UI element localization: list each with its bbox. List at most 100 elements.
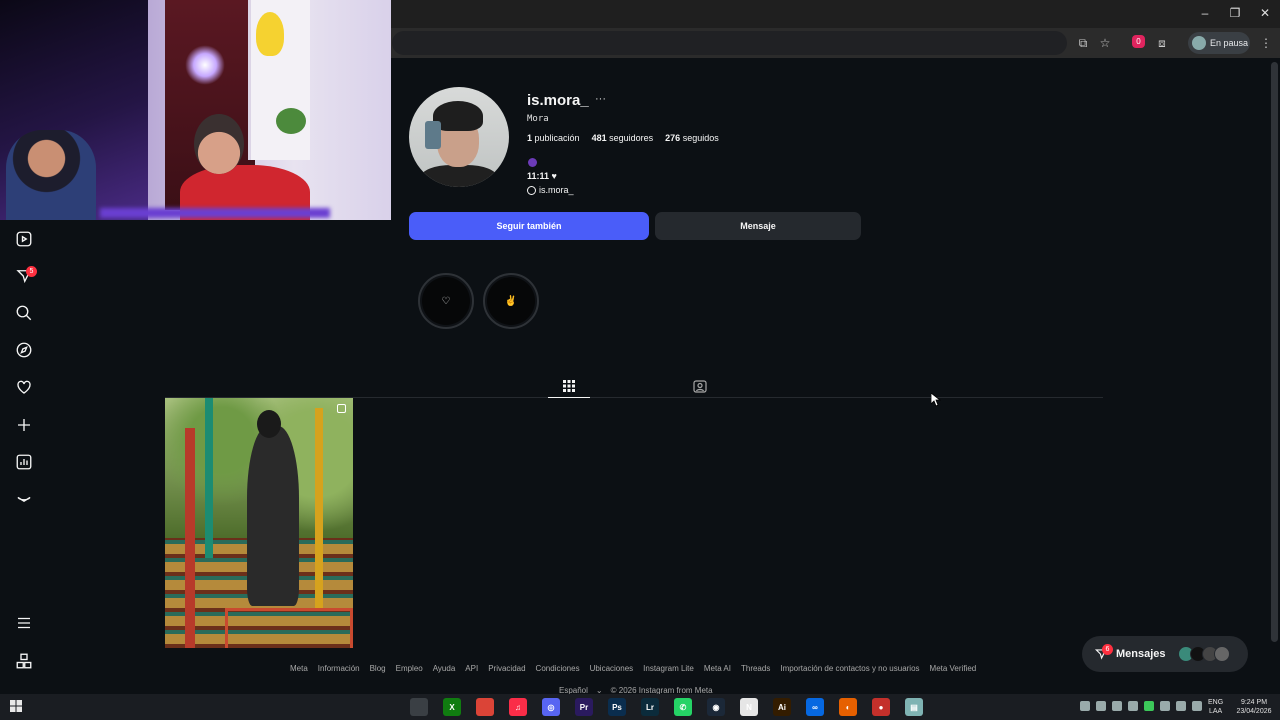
bio-emoji-icon <box>528 158 537 167</box>
taskbar-app-icon[interactable]: Pr <box>575 698 593 716</box>
post-figure-head <box>257 410 281 438</box>
followers-label: seguidores <box>609 133 654 143</box>
tray-app-icon[interactable] <box>1144 701 1154 711</box>
footer-link[interactable]: Condiciones <box>536 664 580 673</box>
browser-menu-icon[interactable]: ⋮ <box>1257 34 1275 52</box>
taskbar-app-icon[interactable]: ♫ <box>509 698 527 716</box>
footer-link[interactable]: Empleo <box>396 664 423 673</box>
footer-link[interactable]: Privacidad <box>488 664 525 673</box>
minimize-icon[interactable]: – <box>1190 6 1220 20</box>
tagged-icon <box>693 380 707 393</box>
footer-link[interactable]: Ubicaciones <box>590 664 634 673</box>
footer-link[interactable]: Threads <box>741 664 770 673</box>
posts-stat: 1 publicación <box>527 133 580 143</box>
footer-link[interactable]: Importación de contactos y no usuarios <box>780 664 919 673</box>
post-frame-teal <box>205 398 213 558</box>
taskbar-app-icon[interactable]: N <box>740 698 758 716</box>
profile-username: is.mora_ <box>527 92 589 109</box>
profile-avatar <box>1192 36 1206 50</box>
search-icon[interactable] <box>13 302 35 324</box>
footer-link[interactable]: API <box>465 664 478 673</box>
taskbar-app-icon[interactable]: ◎ <box>542 698 560 716</box>
followers-stat[interactable]: 481 seguidores <box>592 133 654 143</box>
tray-app-icon[interactable] <box>1096 701 1106 711</box>
heart-icon[interactable] <box>13 376 35 398</box>
extension-icon[interactable]: 0 <box>1132 35 1145 48</box>
taskbar-app-icon[interactable]: ✆ <box>674 698 692 716</box>
post-rail <box>225 608 353 648</box>
footer-link[interactable]: Meta <box>290 664 308 673</box>
grid-icon <box>563 379 575 392</box>
extensions-puzzle-icon[interactable]: ⧈ <box>1153 34 1171 52</box>
network-icon[interactable] <box>1160 701 1170 711</box>
browser-profile-button[interactable]: En pausa <box>1188 32 1250 54</box>
bookmark-star-icon[interactable]: ☆ <box>1096 34 1114 52</box>
footer-links: Meta Información Blog Empleo Ayuda API Privaci… <box>290 664 976 673</box>
address-bar[interactable] <box>392 31 1067 55</box>
profile-icon[interactable] <box>13 488 35 510</box>
taskbar-app-icon[interactable]: ◐ <box>839 698 857 716</box>
insights-icon[interactable] <box>13 451 35 473</box>
post-figure <box>247 426 299 606</box>
language-indicator[interactable]: ENG LAA <box>1208 698 1223 716</box>
clock[interactable]: 9:24 PM 23/04/2026 <box>1232 698 1276 716</box>
webcam-person-left <box>6 130 96 220</box>
tab-tagged[interactable] <box>679 374 721 398</box>
footer-link[interactable]: Instagram Lite <box>643 664 694 673</box>
tray-app-icon[interactable] <box>1080 701 1090 711</box>
notifications-badge: 5 <box>26 266 37 277</box>
footer-link[interactable]: Blog <box>370 664 386 673</box>
apps-icon[interactable] <box>13 650 35 672</box>
avatar-shirt <box>421 165 497 187</box>
footer-link[interactable]: Información <box>318 664 360 673</box>
create-icon[interactable] <box>13 414 35 436</box>
more-options-icon[interactable]: ··· <box>595 93 606 105</box>
taskbar-app-icon[interactable]: X <box>443 698 461 716</box>
following-stat[interactable]: 276 seguidos <box>665 133 719 143</box>
post-thumbnail[interactable] <box>165 398 353 648</box>
tab-posts-grid[interactable] <box>548 374 590 398</box>
threads-link[interactable]: is.mora_ <box>527 185 574 195</box>
taskbar-app-icon[interactable]: Lr <box>641 698 659 716</box>
windows-taskbar: X ♫ ◎ Pr Ps Lr ✆ ◉ N Ai ∞ ◐ ● ▤ ENG LAA 9:24 PM 23/04… <box>0 694 1280 720</box>
footer-link[interactable]: Meta Verified <box>930 664 977 673</box>
volume-icon[interactable] <box>1176 701 1186 711</box>
tray-app-icon[interactable] <box>1112 701 1122 711</box>
post-frame-red <box>185 428 195 648</box>
post-frame-yellow <box>315 408 323 608</box>
clock-date: 23/04/2026 <box>1236 708 1272 715</box>
windows-start-icon[interactable] <box>10 700 22 712</box>
highlight-hand-icon: ✌ <box>487 277 535 325</box>
microphone-icon[interactable] <box>1128 701 1138 711</box>
threads-handle: is.mora_ <box>539 185 574 195</box>
taskbar-app-icon[interactable]: Ps <box>608 698 626 716</box>
message-button[interactable]: Mensaje <box>655 212 861 240</box>
profile-avatar-large[interactable] <box>409 87 509 187</box>
avatar-phone <box>425 121 441 149</box>
taskbar-app-icon[interactable]: Ai <box>773 698 791 716</box>
follow-back-button[interactable]: Seguir también <box>409 212 649 240</box>
profile-bio: 11:11 ♥ <box>527 171 557 181</box>
messages-badge: 6 <box>1102 644 1113 655</box>
footer-link[interactable]: Ayuda <box>433 664 456 673</box>
taskbar-app-icon[interactable] <box>410 698 428 716</box>
story-highlight[interactable]: ♡ <box>418 273 474 329</box>
menu-icon[interactable] <box>13 612 35 634</box>
reels-icon[interactable] <box>13 228 35 250</box>
taskbar-app-icon[interactable]: ▤ <box>905 698 923 716</box>
followers-count: 481 <box>591 133 607 143</box>
taskbar-app-icon[interactable] <box>476 698 494 716</box>
battery-icon[interactable] <box>1192 701 1202 711</box>
taskbar-app-icon[interactable]: ● <box>872 698 890 716</box>
restore-icon[interactable]: ❐ <box>1220 6 1250 20</box>
taskbar-app-icon[interactable]: ◉ <box>707 698 725 716</box>
close-icon[interactable]: ✕ <box>1250 6 1280 20</box>
page-scrollbar[interactable] <box>1271 62 1278 642</box>
taskbar-app-icon[interactable]: ∞ <box>806 698 824 716</box>
footer-link[interactable]: Meta AI <box>704 664 731 673</box>
explore-icon[interactable] <box>13 339 35 361</box>
screen: – ❐ ✕ ⧉ ☆ 0 ⧈ En pausa ⋮ 5 is.mora_ ··· … <box>0 0 1280 720</box>
story-highlight[interactable]: ✌ <box>483 273 539 329</box>
posts-count: 1 <box>527 133 533 143</box>
install-app-icon[interactable]: ⧉ <box>1074 34 1092 52</box>
